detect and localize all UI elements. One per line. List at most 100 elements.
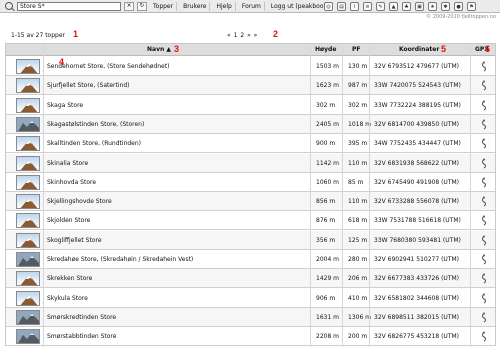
table-row[interactable]: Sendehornet Store, (Store Sendehødnet) 15… <box>6 57 495 76</box>
peak-coordinates: 32V 6581802 344608 (UTM) <box>374 294 460 302</box>
peak-height: 876 m <box>316 217 336 225</box>
flag-icon[interactable]: ⚑ <box>467 2 476 11</box>
search-input[interactable] <box>17 1 121 11</box>
peak-prominence: 200 m <box>348 333 368 341</box>
gpx-download-icon[interactable] <box>481 196 487 207</box>
camera-icon[interactable]: ● <box>454 2 463 11</box>
peak-height: 2208 m <box>316 333 340 341</box>
pager-next[interactable]: » <box>247 32 251 39</box>
peak-name[interactable]: Skjolden Store <box>47 211 90 230</box>
table-row[interactable]: Skinalia Store 1142 m 110 m 32V 6831938 568… <box>6 153 495 173</box>
settings-icon[interactable]: ✱ <box>441 2 450 11</box>
menu-logout[interactable]: Logg ut (peakbook) <box>268 2 332 11</box>
map-icon[interactable]: ▤ <box>337 2 346 11</box>
peak-icon-thumbnail[interactable] <box>16 59 40 74</box>
peak-name[interactable]: Skrekken Store <box>47 269 92 288</box>
gpx-download-icon[interactable] <box>481 61 487 72</box>
peak-name[interactable]: Skjellingshovde Store <box>47 192 112 211</box>
gpx-download-icon[interactable] <box>481 158 487 169</box>
gpx-download-icon[interactable] <box>481 100 487 111</box>
peak-name[interactable]: Skagastølstinden Store, (Storen) <box>47 115 144 134</box>
peak-name[interactable]: Smørstabbtinden Store <box>47 327 116 346</box>
peak-coordinates: 33W 7680380 593481 (UTM) <box>374 236 461 244</box>
table-row[interactable]: Skrekken Store 1429 m 206 m 32V 6677383 433… <box>6 269 495 289</box>
gpx-download-icon[interactable] <box>481 312 487 323</box>
gpx-download-icon[interactable] <box>481 177 487 188</box>
peak-icon-thumbnail[interactable] <box>16 213 40 229</box>
copyright-text: © 2009-2010 fjelltoppen.no <box>426 14 496 20</box>
menu-topper[interactable]: Topper <box>150 1 178 11</box>
peak-height: 1623 m <box>316 82 340 90</box>
table-row[interactable]: Smørskredtinden Store 1631 m 1306 m 32V 689… <box>6 307 495 327</box>
info-icon[interactable]: i <box>350 2 359 11</box>
peak-name[interactable]: Skinalia Store <box>47 154 88 173</box>
peak-name[interactable]: Skredahøe Store, (Skredahøin / Skredahei… <box>47 250 193 269</box>
menu-forum[interactable]: Forum <box>239 1 265 11</box>
table-row[interactable]: Skykula Store 906 m 410 m 32V 6581802 34460… <box>6 289 495 308</box>
column-divider <box>369 44 370 347</box>
star-icon[interactable]: ★ <box>428 2 437 11</box>
peak-photo-thumbnail[interactable] <box>16 252 40 267</box>
clear-search-button[interactable]: ✕ <box>124 1 134 11</box>
peak-icon-thumbnail[interactable] <box>16 290 40 306</box>
header-pf[interactable]: PF <box>352 44 361 56</box>
gpx-download-icon[interactable] <box>481 80 487 91</box>
photo-icon[interactable]: ▣ <box>415 2 424 11</box>
peak-name[interactable]: Skogliffjellet Store <box>47 231 102 250</box>
menu-hjelp[interactable]: Hjelp <box>213 1 236 11</box>
chart-icon[interactable]: ▲ <box>389 2 398 11</box>
pager-last[interactable]: » <box>254 32 258 39</box>
gpx-download-icon[interactable] <box>481 331 487 342</box>
gpx-download-icon[interactable] <box>481 215 487 226</box>
peak-photo-thumbnail[interactable] <box>16 116 40 132</box>
peak-icon-thumbnail[interactable] <box>16 155 40 171</box>
peak-name[interactable]: Skalltinden Store, (Rundtinden) <box>47 134 141 153</box>
peak-icon-thumbnail[interactable] <box>16 97 40 113</box>
table-row[interactable]: Skredahøe Store, (Skredahøin / Skredahei… <box>6 250 495 269</box>
gpx-download-icon[interactable] <box>481 293 487 304</box>
pager-pages[interactable]: 1 2 <box>234 32 245 39</box>
gpx-download-icon[interactable] <box>481 138 487 149</box>
peak-name[interactable]: Skykula Store <box>47 289 88 308</box>
peak-name[interactable]: Smørskredtinden Store <box>47 308 116 327</box>
header-name[interactable]: Navn ▲ <box>147 44 171 56</box>
edit-icon[interactable]: ✎ <box>376 2 385 11</box>
table-row[interactable]: Skjellingshovde Store 856 m 110 m 32V 67332… <box>6 192 495 212</box>
peak-name[interactable]: Skinhovda Store <box>47 173 96 192</box>
refresh-button[interactable]: ↻ <box>137 1 147 11</box>
peak-height: 2405 m <box>316 120 340 128</box>
peak-photo-thumbnail[interactable] <box>16 329 40 345</box>
globe-icon[interactable]: ◎ <box>324 2 333 11</box>
table-row[interactable]: Skjolden Store 876 m 618 m 33W 7531788 5166… <box>6 211 495 231</box>
header-height[interactable]: Høyde <box>315 44 336 56</box>
list-icon[interactable]: ≡ <box>363 2 372 11</box>
table-row[interactable]: Skagastølstinden Store, (Storen) 2405 m 10… <box>6 114 495 134</box>
gpx-download-icon[interactable] <box>481 235 487 246</box>
peak-name[interactable]: Sendehornet Store, (Store Sendehødnet) <box>47 57 169 76</box>
peak-icon-thumbnail[interactable] <box>16 78 40 94</box>
table-row[interactable]: Skaga Store 302 m 302 m 33W 7732224 388195 … <box>6 96 495 115</box>
table-row[interactable]: Skogliffjellet Store 356 m 125 m 33W 768038… <box>6 230 495 250</box>
peak-prominence: 110 m <box>348 159 368 167</box>
peak-photo-thumbnail[interactable] <box>16 309 40 325</box>
peak-name[interactable]: Sjurfjellet Store, (Satertind) <box>47 76 129 95</box>
header-coordinates[interactable]: Koordinater <box>399 44 439 56</box>
gpx-download-icon[interactable] <box>481 254 487 265</box>
peak-name[interactable]: Skaga Store <box>47 96 83 115</box>
pager-prev[interactable]: « <box>227 32 231 39</box>
gpx-download-icon[interactable] <box>481 119 487 130</box>
peak-height: 302 m <box>316 101 336 109</box>
table-row[interactable]: Skalltinden Store, (Rundtinden) 900 m 395 … <box>6 134 495 154</box>
gpx-download-icon[interactable] <box>481 273 487 284</box>
tree-icon[interactable]: ♣ <box>402 2 411 11</box>
table-row[interactable]: Smørstabbtinden Store 2208 m 200 m 32V 6826… <box>6 327 495 347</box>
peak-icon-thumbnail[interactable] <box>16 194 40 210</box>
table-row[interactable]: Skinhovda Store 1060 m 85 m 32V 6745490 491… <box>6 173 495 192</box>
peak-coordinates: 32V 6902941 510277 (UTM) <box>374 256 460 263</box>
peak-icon-thumbnail[interactable] <box>16 174 40 190</box>
peak-icon-thumbnail[interactable] <box>16 232 40 248</box>
peak-icon-thumbnail[interactable] <box>16 271 40 287</box>
table-row[interactable]: Sjurfjellet Store, (Satertind) 1623 m 987 … <box>6 76 495 96</box>
menu-brukere[interactable]: Brukere <box>180 1 211 11</box>
peak-icon-thumbnail[interactable] <box>16 136 40 152</box>
